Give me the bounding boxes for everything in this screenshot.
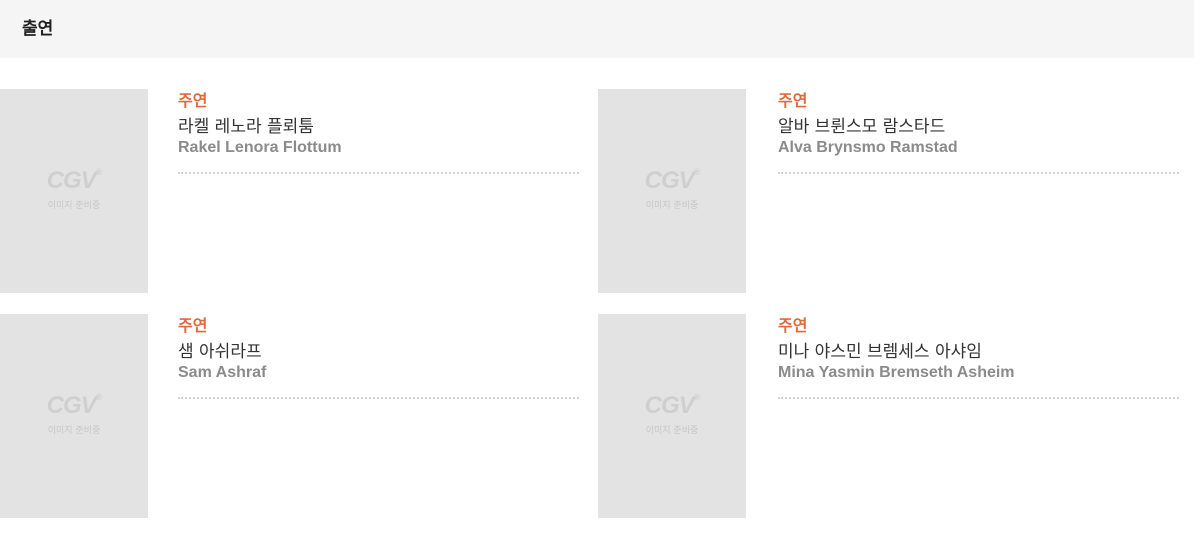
cast-name-korean[interactable]: 알바 브륀스모 람스타드	[778, 116, 1180, 138]
cast-name-korean[interactable]: 라켈 레노라 플뢰툼	[178, 116, 580, 138]
cast-photo-placeholder[interactable]: CGV® 이미지 준비중	[0, 314, 148, 518]
cast-card[interactable]: CGV® 이미지 준비중 주연 알바 브륀스모 람스타드 Alva Brynsm…	[598, 89, 1180, 293]
dotted-divider	[178, 397, 579, 399]
dotted-divider	[778, 397, 1179, 399]
cast-card[interactable]: CGV® 이미지 준비중 주연 미나 야스민 브렘세스 아샤임 Mina Yas…	[598, 314, 1180, 518]
cast-role: 주연	[178, 316, 208, 335]
cgv-logo-icon: CGV®	[46, 167, 103, 194]
cast-card[interactable]: CGV® 이미지 준비중 주연 샘 아쉬라프 Sam Ashraf	[0, 314, 580, 518]
dotted-divider	[178, 172, 579, 174]
cast-name-english[interactable]: Mina Yasmin Bremseth Asheim	[778, 363, 1180, 383]
cgv-logo-icon: CGV®	[46, 392, 103, 419]
cast-photo-placeholder[interactable]: CGV® 이미지 준비중	[0, 89, 148, 293]
cast-role: 주연	[778, 316, 808, 335]
cast-role: 주연	[778, 91, 808, 110]
image-preparing-caption: 이미지 준비중	[645, 201, 699, 211]
image-preparing-caption: 이미지 준비중	[645, 426, 699, 436]
cgv-logo-icon: CGV®	[644, 392, 701, 419]
cast-info: 주연 미나 야스민 브렘세스 아샤임 Mina Yasmin Bremseth …	[778, 314, 1180, 399]
cast-name-korean[interactable]: 샘 아쉬라프	[178, 341, 580, 363]
cast-name-korean[interactable]: 미나 야스민 브렘세스 아샤임	[778, 341, 1180, 363]
cast-info: 주연 알바 브륀스모 람스타드 Alva Brynsmo Ramstad	[778, 89, 1180, 174]
cast-name-english[interactable]: Rakel Lenora Flottum	[178, 138, 580, 158]
section-header: 출연	[0, 0, 1194, 58]
cgv-logo-icon: CGV®	[644, 167, 701, 194]
cast-photo-placeholder[interactable]: CGV® 이미지 준비중	[598, 89, 746, 293]
cast-info: 주연 샘 아쉬라프 Sam Ashraf	[178, 314, 580, 399]
cast-name-english[interactable]: Alva Brynsmo Ramstad	[778, 138, 1180, 158]
cast-name-english[interactable]: Sam Ashraf	[178, 363, 580, 383]
dotted-divider	[778, 172, 1179, 174]
cast-card[interactable]: CGV® 이미지 준비중 주연 라켈 레노라 플뢰툼 Rakel Lenora …	[0, 89, 580, 293]
cast-photo-placeholder[interactable]: CGV® 이미지 준비중	[598, 314, 746, 518]
section-title: 출연	[22, 19, 54, 39]
image-preparing-caption: 이미지 준비중	[47, 201, 101, 211]
cast-role: 주연	[178, 91, 208, 110]
image-preparing-caption: 이미지 준비중	[47, 426, 101, 436]
cast-info: 주연 라켈 레노라 플뢰툼 Rakel Lenora Flottum	[178, 89, 580, 174]
